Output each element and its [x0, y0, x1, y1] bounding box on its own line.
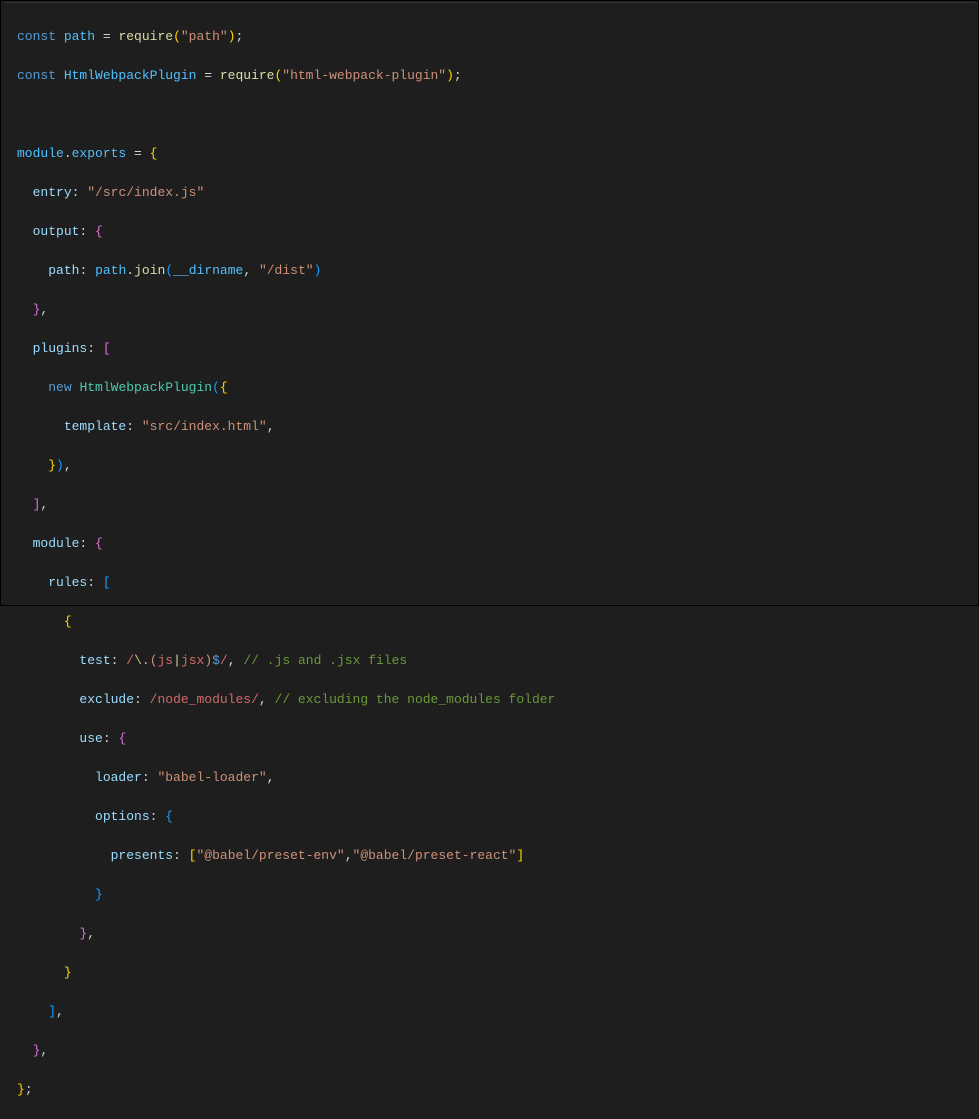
property: plugins [33, 341, 88, 356]
code-line [17, 105, 978, 125]
regex: / [126, 653, 134, 668]
regex: / [150, 692, 158, 707]
property: template [64, 419, 126, 434]
code-line: loader: "babel-loader", [17, 768, 978, 788]
code-line: const path = require("path"); [17, 27, 978, 47]
code-line: module: { [17, 534, 978, 554]
keyword: const [17, 68, 56, 83]
code-line: output: { [17, 222, 978, 242]
string: "/src/index.js" [87, 185, 204, 200]
property: loader [95, 770, 142, 785]
function-call: require [220, 68, 275, 83]
code-line: ], [17, 1002, 978, 1022]
code-line: use: { [17, 729, 978, 749]
code-line: rules: [ [17, 573, 978, 593]
code-line: }; [17, 1080, 978, 1100]
code-line: entry: "/src/index.js" [17, 183, 978, 203]
keyword: const [17, 29, 56, 44]
code-line: ], [17, 495, 978, 515]
property: module [33, 536, 80, 551]
code-line: }, [17, 300, 978, 320]
code-line: new HtmlWebpackPlugin({ [17, 378, 978, 398]
code-line: presents: ["@babel/preset-env","@babel/p… [17, 846, 978, 866]
string: "@babel/preset-env" [196, 848, 344, 863]
code-line: exclude: /node_modules/, // excluding th… [17, 690, 978, 710]
property: rules [48, 575, 87, 590]
code-line: } [17, 885, 978, 905]
code-line: { [17, 612, 978, 632]
code-line: plugins: [ [17, 339, 978, 359]
identifier: HtmlWebpackPlugin [64, 68, 197, 83]
code-line: const HtmlWebpackPlugin = require("html-… [17, 66, 978, 86]
comment: // .js and .jsx files [243, 653, 407, 668]
code-line: template: "src/index.html", [17, 417, 978, 437]
identifier: path [64, 29, 95, 44]
keyword: new [48, 380, 71, 395]
comment: // excluding the node_modules folder [275, 692, 556, 707]
string: "html-webpack-plugin" [282, 68, 446, 83]
property: use [79, 731, 102, 746]
code-line: } [17, 963, 978, 983]
code-line: }, [17, 1041, 978, 1061]
code-line: }), [17, 456, 978, 476]
string: "path" [181, 29, 228, 44]
identifier: exports [72, 146, 127, 161]
property: output [33, 224, 80, 239]
property: presents [111, 848, 173, 863]
identifier: __dirname [173, 263, 243, 278]
string: "src/index.html" [142, 419, 267, 434]
property: entry [33, 185, 72, 200]
code-editor[interactable]: const path = require("path"); const Html… [1, 1, 978, 1119]
function-call: require [118, 29, 173, 44]
code-line: options: { [17, 807, 978, 827]
string: "/dist" [259, 263, 314, 278]
code-line: }, [17, 924, 978, 944]
class-name: HtmlWebpackPlugin [79, 380, 212, 395]
property: exclude [79, 692, 134, 707]
code-line: path: path.join(__dirname, "/dist") [17, 261, 978, 281]
function-call: join [134, 263, 165, 278]
property: test [79, 653, 110, 668]
string: "@babel/preset-react" [353, 848, 517, 863]
property: options [95, 809, 150, 824]
property: path [48, 263, 79, 278]
identifier: path [95, 263, 126, 278]
identifier: module [17, 146, 64, 161]
code-line: test: /\.(js|jsx)$/, // .js and .jsx fil… [17, 651, 978, 671]
string: "babel-loader" [157, 770, 266, 785]
code-line: module.exports = { [17, 144, 978, 164]
